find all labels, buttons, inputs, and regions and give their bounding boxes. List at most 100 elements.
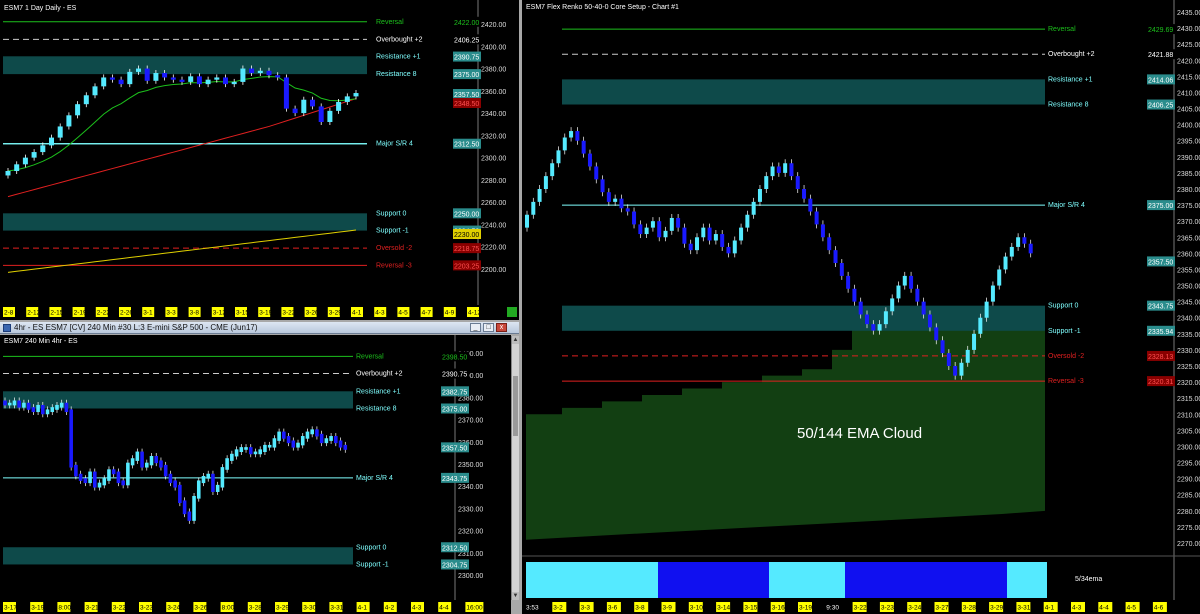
- renko-brick: [581, 140, 586, 154]
- fourhour-chart-panel[interactable]: ESM7 240 Min 4hr - ES 2400.00 2390.00 2380.…: [0, 335, 511, 614]
- candle-body: [283, 77, 289, 109]
- renko-brick: [569, 131, 574, 138]
- candle-body: [64, 402, 69, 413]
- level-label: Overbought +2: [1048, 51, 1095, 58]
- renko-brick: [751, 201, 756, 215]
- candle-body: [75, 104, 81, 116]
- axis-tick-label: 2350.00: [458, 462, 483, 469]
- axis-tick-label: 2410.00: [1177, 90, 1200, 97]
- axis-tick-label: 2420.00: [1177, 58, 1200, 65]
- date-label: 3-3: [581, 605, 591, 612]
- candle-body: [162, 73, 168, 78]
- level-value-tag: 2312.50: [442, 545, 467, 552]
- candle-body: [149, 456, 154, 466]
- level-label: Support -1: [376, 228, 409, 235]
- candle-body: [272, 438, 277, 448]
- renko-brick: [575, 131, 580, 141]
- support-zone: [3, 547, 353, 565]
- candle-body: [353, 93, 359, 97]
- candle-body: [277, 431, 281, 441]
- date-label: 3-15: [236, 310, 249, 317]
- date-label: 3-14: [717, 605, 730, 612]
- axis-tick-label: 2340.00: [1177, 316, 1200, 323]
- axis-tick-label: 2380.00: [481, 67, 506, 74]
- axis-tick-label: 2300.00: [481, 156, 506, 163]
- renko-chart[interactable]: ESM7 Flex Renko 50-40-0 Core Setup - Cha…: [522, 0, 1200, 614]
- level-label: Overbought +2: [356, 371, 403, 378]
- scroll-up-arrow-icon[interactable]: ▲: [512, 336, 519, 344]
- date-label: 3-15: [744, 605, 757, 612]
- date-label: 3-12: [213, 310, 226, 317]
- candle-body: [201, 475, 206, 484]
- level-label: Reversal -3: [376, 262, 412, 269]
- maximize-button[interactable]: □: [483, 323, 494, 332]
- renko-brick: [978, 317, 983, 334]
- fourhour-chart[interactable]: ESM7 240 Min 4hr - ES2400.002390.002380.…: [0, 335, 511, 614]
- level-value-tag: 2250.00: [454, 211, 479, 218]
- date-label: 4-1: [1045, 605, 1055, 612]
- axis-tick-label: 2320.00: [1177, 380, 1200, 387]
- candle-body: [334, 436, 338, 444]
- candle-body: [101, 77, 107, 87]
- candle-body: [127, 71, 133, 85]
- daily-chart-panel[interactable]: ESM7 1 Day Daily - ES 2420.00 2400.00 2380.…: [0, 0, 519, 320]
- candle-body: [66, 115, 72, 127]
- renko-brick: [663, 230, 668, 238]
- level-value-tag: 2218.75: [454, 246, 479, 253]
- candle-body: [225, 458, 229, 470]
- candle-body: [159, 460, 163, 468]
- last-price-tag: 2357.50: [442, 445, 467, 452]
- scroll-thumb[interactable]: [513, 376, 518, 436]
- candle-body: [140, 451, 144, 468]
- support-zone: [3, 213, 367, 231]
- date-label: 3-1: [143, 310, 153, 317]
- candle-body: [121, 480, 125, 486]
- indicator-label: 5/34ema: [1075, 576, 1102, 583]
- date-label: 4-7: [422, 310, 432, 317]
- renko-brick: [713, 234, 718, 241]
- date-label: 3-10: [690, 605, 703, 612]
- chart-header: ESM7 Flex Renko 50-40-0 Core Setup - Cha…: [526, 4, 679, 11]
- renko-brick: [739, 227, 744, 241]
- candle-body: [263, 444, 267, 453]
- level-value-tag: 2375.00: [1148, 203, 1173, 210]
- chart-header: ESM7 240 Min 4hr - ES: [4, 338, 78, 345]
- renko-brick: [921, 301, 926, 315]
- candle-body: [12, 400, 17, 406]
- axis-tick-label: 2405.00: [1177, 107, 1200, 114]
- candle-body: [41, 404, 45, 415]
- candle-body: [55, 404, 59, 410]
- renko-brick: [707, 227, 712, 241]
- date-label: 16:00: [466, 605, 483, 612]
- date-label: 4-4: [439, 605, 449, 612]
- scroll-down-arrow-icon[interactable]: ▼: [512, 592, 519, 600]
- level-label: Support -1: [356, 561, 389, 568]
- candle-body: [343, 444, 348, 450]
- renko-brick: [984, 301, 989, 318]
- renko-chart-panel[interactable]: ESM7 Flex Renko 50-40-0 Core Setup - Cha…: [522, 0, 1200, 614]
- minimize-button[interactable]: _: [470, 323, 481, 332]
- date-label: 3-8: [635, 605, 645, 612]
- chart-vertical-scrollbar[interactable]: ▲ ▼: [511, 336, 519, 600]
- candle-body: [291, 440, 296, 448]
- close-button[interactable]: x: [496, 323, 507, 332]
- date-label: 3-6: [608, 605, 618, 612]
- renko-brick: [688, 243, 693, 251]
- axis-tick-label: 2340.00: [481, 111, 506, 118]
- last-price-tag: 2357.50: [454, 92, 479, 99]
- date-label: 4-1: [352, 310, 362, 317]
- ema-signal-segment: [845, 562, 1007, 598]
- renko-brick: [695, 237, 699, 251]
- candle-body: [130, 458, 135, 466]
- candle-body: [116, 471, 121, 484]
- daily-chart[interactable]: ESM7 1 Day Daily - ES 2420.00 2400.00 2380.…: [0, 0, 519, 320]
- candle-body: [40, 145, 46, 153]
- axis-tick-label: 2240.00: [481, 222, 506, 229]
- candle-body: [102, 478, 107, 486]
- candle-body: [188, 76, 194, 82]
- renko-brick: [650, 221, 655, 228]
- axis-tick-label: 2365.00: [1177, 235, 1200, 242]
- date-label: 3-19: [259, 310, 272, 317]
- chart-window-titlebar[interactable]: 4hr - ES ESM7 [CV] 240 Min #30 L:3 E-min…: [0, 322, 519, 334]
- axis-tick-label: 2400.00: [1177, 123, 1200, 130]
